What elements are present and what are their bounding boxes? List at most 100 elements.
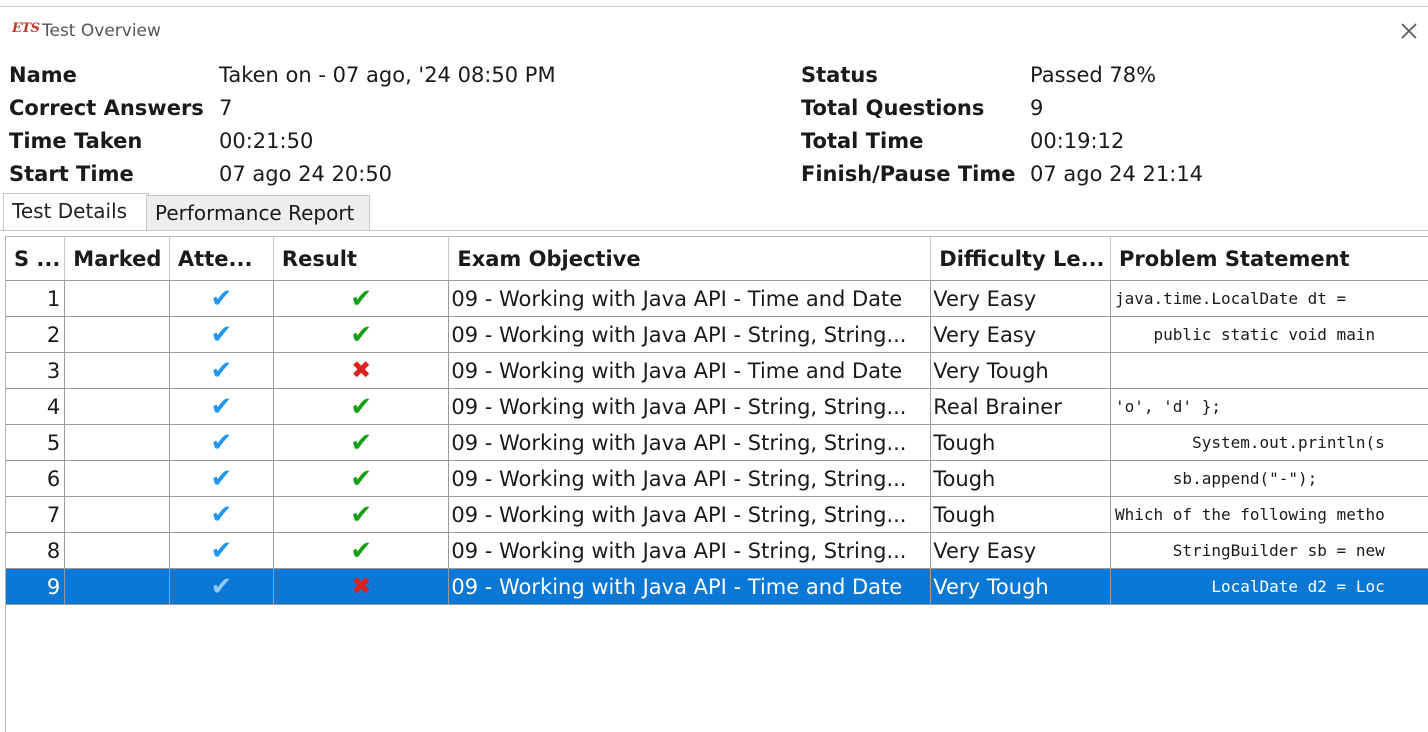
- table-row[interactable]: 7 ✔ ✔ 09 - Working with Java API - String, …: [6, 497, 1428, 533]
- total-questions-label: Total Questions: [801, 92, 984, 125]
- tab-divider: [0, 230, 1428, 231]
- check-icon: ✔: [350, 284, 372, 314]
- time-taken-label: Time Taken: [9, 125, 142, 158]
- check-icon: ✔: [350, 536, 372, 566]
- column-header-attempted[interactable]: Atte...: [169, 237, 273, 281]
- total-questions-value: 9: [1030, 92, 1043, 125]
- difficulty-cell: Very Tough: [931, 353, 1111, 389]
- attempted-cell: ✔: [169, 461, 273, 497]
- check-icon: ✔: [350, 500, 372, 530]
- total-time-value: 00:19:12: [1030, 125, 1124, 158]
- checkmark-icon: ✔: [211, 392, 233, 422]
- checkmark-icon: ✔: [211, 500, 233, 530]
- attempted-cell: ✔: [169, 569, 273, 605]
- table-row[interactable]: 5✔✔09 - Working with Java API - String, …: [6, 425, 1428, 461]
- table-row[interactable]: 1✔✔09 - Working with Java API - Time and…: [6, 281, 1428, 317]
- result-cell: ✔: [273, 425, 448, 461]
- correct-answers-value: 7: [219, 92, 232, 125]
- problem-statement-cell: sb.append("-");: [1111, 461, 1428, 497]
- check-icon: ✔: [350, 392, 372, 422]
- table-row[interactable]: 3 ✔ ✖ 09 - Working with Java API - Time and…: [6, 353, 1428, 389]
- marked-cell: [65, 353, 170, 389]
- marked-cell: [65, 389, 170, 425]
- checkmark-icon: ✔: [211, 356, 233, 386]
- serial-cell: 4: [6, 389, 65, 425]
- result-cell: ✔: [273, 317, 448, 353]
- serial-cell: 2: [6, 317, 65, 353]
- column-header-difficulty[interactable]: Difficulty Le...: [931, 237, 1111, 281]
- cross-icon: ✖: [351, 356, 371, 384]
- checkmark-icon: ✔: [211, 464, 233, 494]
- marked-cell: [65, 425, 170, 461]
- serial-cell: 3: [6, 353, 65, 389]
- cross-icon: ✖: [351, 572, 371, 600]
- column-header-serial[interactable]: S ...: [6, 237, 65, 281]
- checkmark-icon: ✔: [211, 320, 233, 350]
- title-bar: ETS Test Overview: [0, 7, 1428, 55]
- exam-objective-cell: 09 - Working with Java API - Time and Da…: [449, 353, 931, 389]
- table-row[interactable]: 2 ✔ ✔ 09 - Working with Java API - String, …: [6, 317, 1428, 353]
- difficulty-cell: Very Easy: [931, 281, 1111, 317]
- marked-cell: [65, 317, 170, 353]
- attempted-cell: ✔: [169, 497, 273, 533]
- checkmark-icon: ✔: [211, 428, 233, 458]
- table-row[interactable]: 4 ✔ ✔ 09 - Working with Java API - String, …: [6, 389, 1428, 425]
- app-logo: ETS: [12, 21, 39, 36]
- total-time-label: Total Time: [801, 125, 923, 158]
- test-overview-window: ETS Test Overview Name Taken on - 07 ago,…: [0, 6, 1428, 725]
- tab-test-details[interactable]: Test Details: [3, 193, 149, 230]
- checkmark-icon: ✔: [211, 284, 233, 314]
- finish-time-value: 07 ago 24 21:14: [1030, 158, 1203, 191]
- name-value: Taken on - 07 ago, '24 08:50 PM: [219, 59, 556, 92]
- exam-objective-cell: 09 - Working with Java API - String, Str…: [449, 533, 931, 569]
- exam-objective-cell: 09 - Working with Java API - String, Str…: [449, 497, 931, 533]
- exam-objective-cell: 09 - Working with Java API - String, Str…: [449, 389, 931, 425]
- test-details-table[interactable]: S ... Marked Atte... Result Exam Objecti…: [5, 236, 1428, 732]
- result-cell: ✖: [273, 569, 448, 605]
- check-icon: ✔: [350, 428, 372, 458]
- status-value: Passed 78%: [1030, 59, 1156, 92]
- attempted-cell: ✔: [169, 425, 273, 461]
- result-cell: ✔: [273, 389, 448, 425]
- attempted-cell: ✔: [169, 389, 273, 425]
- difficulty-cell: Real Brainer: [931, 389, 1111, 425]
- table-header-row: S ... Marked Atte... Result Exam Objecti…: [6, 237, 1428, 281]
- window-title: Test Overview: [42, 21, 161, 41]
- marked-cell: [65, 533, 170, 569]
- difficulty-cell: Very Easy: [931, 533, 1111, 569]
- problem-statement-cell: StringBuilder sb = new: [1111, 533, 1428, 569]
- tab-performance-report[interactable]: Performance Report: [146, 195, 370, 230]
- marked-cell: [65, 281, 170, 317]
- exam-objective-cell: 09 - Working with Java API - Time and Da…: [449, 569, 931, 605]
- exam-objective-cell: 09 - Working with Java API - String, Str…: [449, 461, 931, 497]
- exam-objective-cell: 09 - Working with Java API - String, Str…: [449, 317, 931, 353]
- problem-statement-cell: LocalDate d2 = Loc: [1111, 569, 1428, 605]
- name-label: Name: [9, 59, 77, 92]
- attempted-cell: ✔: [169, 533, 273, 569]
- column-header-result[interactable]: Result: [273, 237, 448, 281]
- checkmark-icon: ✔: [211, 572, 233, 602]
- serial-cell: 7: [6, 497, 65, 533]
- marked-cell: [65, 569, 170, 605]
- difficulty-cell: Very Tough: [931, 569, 1111, 605]
- marked-cell: [65, 461, 170, 497]
- attempted-cell: ✔: [169, 317, 273, 353]
- check-icon: ✔: [350, 320, 372, 350]
- problem-statement-cell: System.out.println(s: [1111, 425, 1428, 461]
- checkmark-icon: ✔: [211, 536, 233, 566]
- table-row[interactable]: 9✔✖09 - Working with Java API - Time and…: [6, 569, 1428, 605]
- problem-statement-cell: public static void main: [1111, 317, 1428, 353]
- difficulty-cell: Tough: [931, 497, 1111, 533]
- result-cell: ✔: [273, 497, 448, 533]
- problem-statement-cell: 'o', 'd' };: [1111, 389, 1428, 425]
- result-cell: ✔: [273, 533, 448, 569]
- table-row[interactable]: 6✔✔09 - Working with Java API - String, …: [6, 461, 1428, 497]
- column-header-problem-statement[interactable]: Problem Statement: [1111, 237, 1428, 281]
- table-row[interactable]: 8✔✔09 - Working with Java API - String, …: [6, 533, 1428, 569]
- column-header-exam-objective[interactable]: Exam Objective: [449, 237, 931, 281]
- close-icon[interactable]: [1398, 20, 1420, 42]
- column-header-marked[interactable]: Marked: [65, 237, 170, 281]
- difficulty-cell: Tough: [931, 425, 1111, 461]
- marked-cell: [65, 497, 170, 533]
- time-taken-value: 00:21:50: [219, 125, 313, 158]
